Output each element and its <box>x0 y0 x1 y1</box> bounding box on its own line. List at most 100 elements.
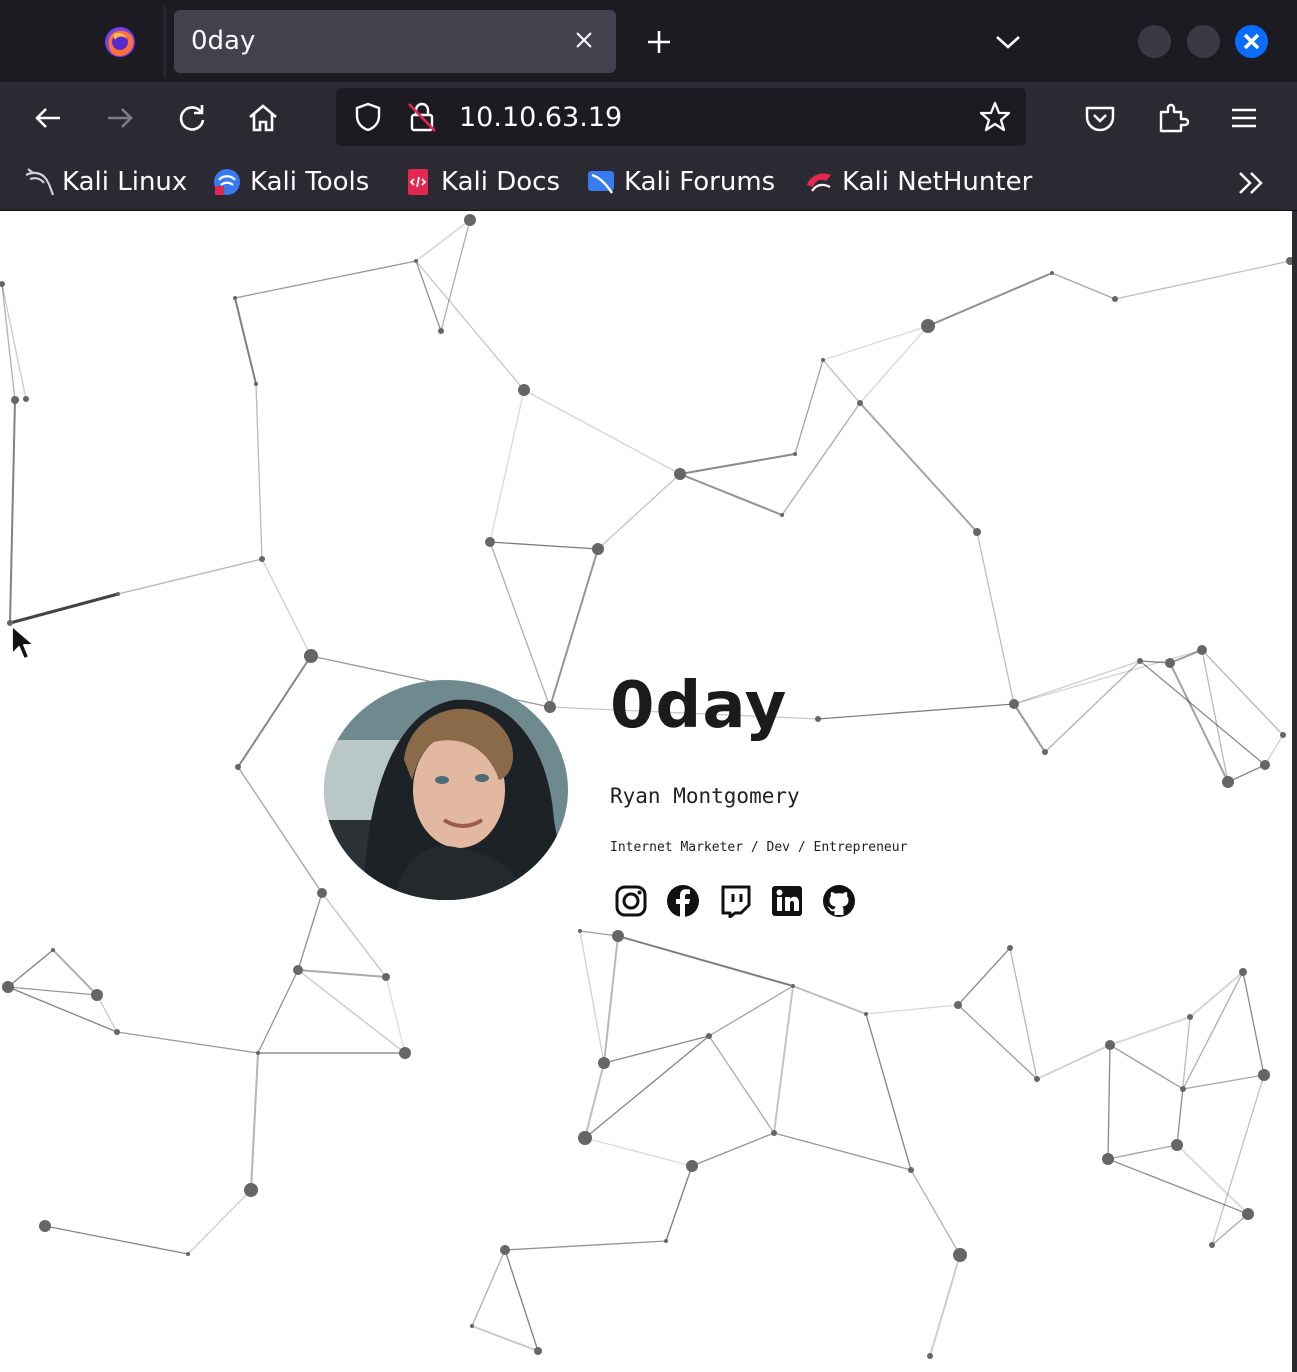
facebook-icon[interactable] <box>666 884 700 918</box>
pocket-icon[interactable] <box>1082 100 1118 136</box>
network-node <box>39 1220 51 1232</box>
bookmark-star-icon[interactable] <box>978 100 1012 134</box>
network-link <box>440 219 471 332</box>
network-node <box>1239 968 1247 976</box>
bookmark-kali-docs[interactable]: Kali Docs <box>403 164 560 200</box>
reload-icon[interactable] <box>174 100 210 136</box>
network-node <box>304 649 318 663</box>
chevron-double-right-icon[interactable] <box>1234 168 1268 198</box>
tab-active[interactable]: 0day <box>174 10 616 73</box>
network-node <box>954 1001 962 1009</box>
network-link <box>708 1035 775 1134</box>
bookmark-kali-linux[interactable]: Kali Linux <box>24 164 187 200</box>
network-node <box>771 1130 777 1136</box>
network-node <box>908 1167 914 1173</box>
network-node <box>259 556 265 562</box>
network-link <box>234 260 417 299</box>
chevron-down-icon[interactable] <box>992 28 1024 56</box>
home-icon[interactable] <box>245 100 281 136</box>
address-bar[interactable]: 10.10.63.19 <box>336 88 1026 146</box>
window-maximize-button[interactable] <box>1187 25 1220 58</box>
forward-arrow-icon[interactable] <box>102 100 138 136</box>
network-link <box>927 272 1053 327</box>
network-link <box>929 1254 961 1357</box>
window-border <box>1292 211 1297 1372</box>
network-node <box>1180 1086 1186 1092</box>
network-node <box>1105 1040 1115 1050</box>
network-node <box>780 513 784 517</box>
network-node <box>612 930 624 942</box>
back-arrow-icon[interactable] <box>30 100 66 136</box>
insecure-lock-icon[interactable] <box>406 100 438 134</box>
network-node <box>793 452 797 456</box>
network-node <box>1280 732 1286 738</box>
network-link <box>691 1132 775 1167</box>
network-node <box>1007 945 1013 951</box>
network-link <box>773 985 794 1134</box>
bookmark-kali-nethunter[interactable]: Kali NetHunter <box>804 164 1032 200</box>
network-node <box>293 965 303 975</box>
network-node <box>244 1183 258 1197</box>
network-link <box>1109 1044 1184 1090</box>
bookmark-kali-tools[interactable]: Kali Tools <box>212 164 369 200</box>
network-node <box>1260 760 1270 770</box>
network-link <box>257 969 299 1054</box>
new-tab-icon[interactable] <box>644 27 674 57</box>
mouse-cursor-icon <box>11 625 35 660</box>
network-node <box>706 1033 712 1039</box>
network-link <box>504 1249 539 1352</box>
tab-close-icon[interactable] <box>572 28 596 52</box>
network-link <box>261 558 312 657</box>
network-link <box>1051 272 1116 300</box>
page-content: 0day Ryan Montgomery Internet Marketer /… <box>0 211 1292 1372</box>
network-node <box>470 1324 474 1328</box>
social-links <box>614 884 856 918</box>
firefox-logo-icon[interactable] <box>103 25 137 59</box>
window-close-button[interactable] <box>1235 25 1268 58</box>
network-node <box>1034 1076 1040 1082</box>
close-icon <box>1243 33 1260 50</box>
window-minimize-button[interactable] <box>1138 25 1171 58</box>
twitch-icon[interactable] <box>718 884 752 918</box>
instagram-icon[interactable] <box>614 884 648 918</box>
network-link <box>603 935 619 1064</box>
network-link <box>817 703 1015 720</box>
network-link <box>385 976 406 1054</box>
url-text[interactable]: 10.10.63.19 <box>459 102 622 133</box>
network-link <box>116 1031 259 1054</box>
hamburger-menu-icon[interactable] <box>1226 100 1262 136</box>
network-link <box>1109 1016 1191 1046</box>
shield-icon[interactable] <box>352 101 384 133</box>
network-node <box>438 328 444 334</box>
kali-nethunter-icon <box>807 173 831 192</box>
network-link <box>1009 947 1038 1080</box>
tab-title: 0day <box>191 26 256 56</box>
network-node <box>1209 1242 1215 1248</box>
network-link <box>7 949 54 988</box>
network-link <box>1176 1088 1184 1146</box>
network-link <box>794 359 824 455</box>
network-node <box>1102 1153 1114 1165</box>
network-link <box>187 1189 252 1255</box>
network-node <box>534 1347 542 1355</box>
profile-photo <box>324 680 568 900</box>
network-link <box>117 558 263 595</box>
linkedin-icon[interactable] <box>770 884 804 918</box>
network-node <box>1165 658 1175 668</box>
network-node <box>686 1160 698 1172</box>
network-node <box>1242 1208 1254 1220</box>
network-link <box>859 402 978 533</box>
network-node <box>864 1012 868 1016</box>
github-icon[interactable] <box>822 884 856 918</box>
extensions-puzzle-icon[interactable] <box>1155 100 1191 136</box>
network-link <box>579 930 605 1064</box>
network-node <box>2 981 14 993</box>
network-link <box>665 1165 693 1242</box>
network-node <box>664 1239 668 1243</box>
bookmark-kali-forums[interactable]: Kali Forums <box>586 164 775 200</box>
network-node <box>1187 1014 1193 1020</box>
network-node <box>114 1029 120 1035</box>
network-node <box>578 929 582 933</box>
network-node <box>235 764 241 770</box>
network-link <box>489 541 599 550</box>
